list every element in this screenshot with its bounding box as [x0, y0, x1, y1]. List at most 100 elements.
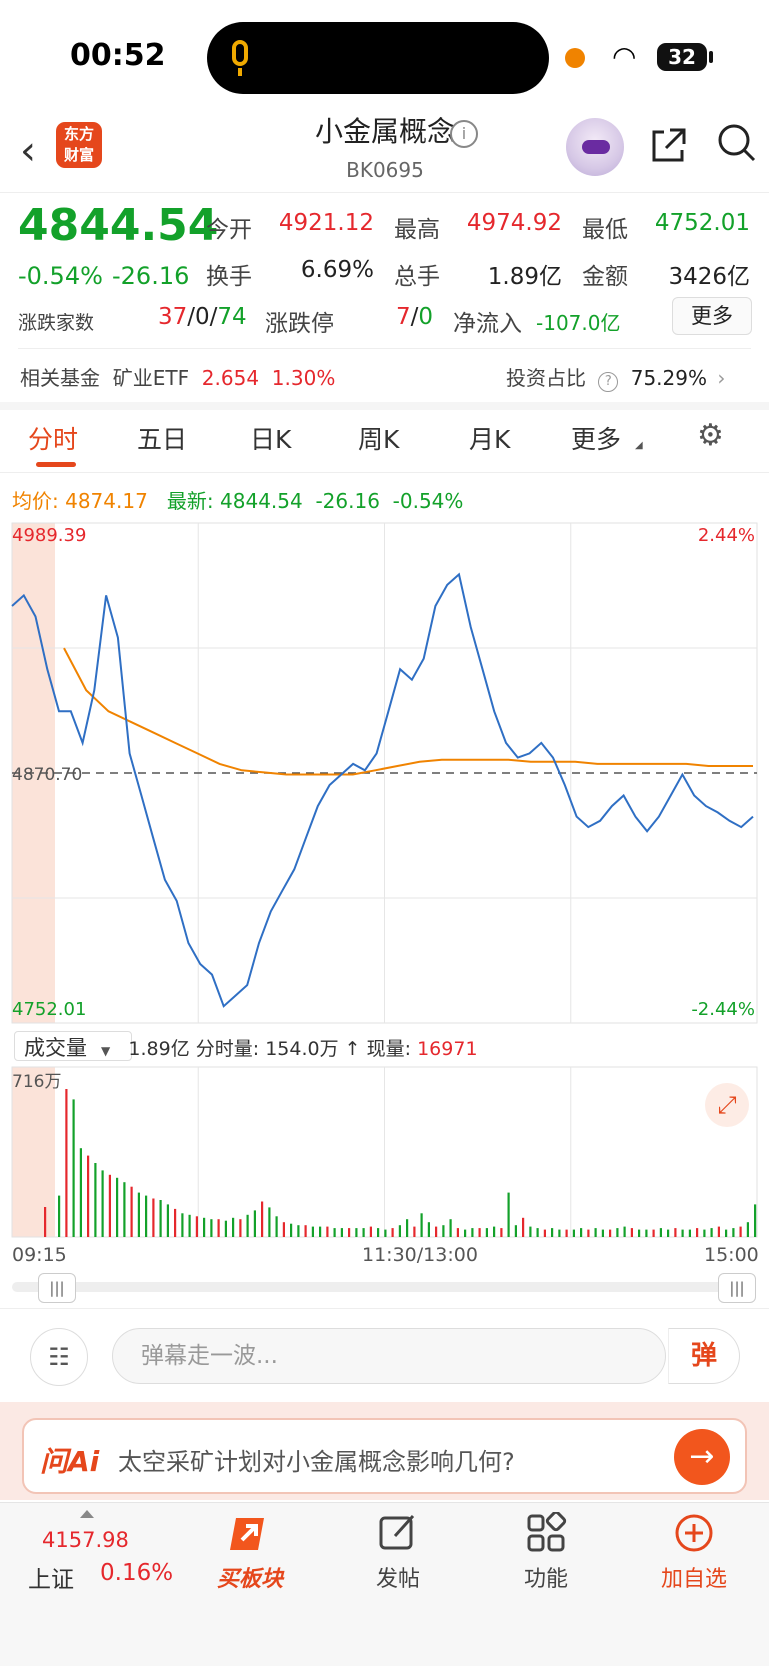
volume-bar	[536, 1228, 539, 1237]
buy-board-icon[interactable]	[210, 1510, 290, 1567]
nav-buy-board[interactable]: 买板块	[200, 1561, 300, 1593]
tab-more[interactable]: 更多	[571, 420, 621, 456]
turnover-label: 换手	[206, 264, 252, 290]
volume-bar	[543, 1229, 546, 1237]
volume-bar	[688, 1229, 691, 1237]
volume-bar	[601, 1229, 604, 1237]
back-icon[interactable]: ‹	[20, 128, 36, 174]
y-min-pct-label: -2.44%	[691, 999, 755, 1020]
volume-chart[interactable]: 716万	[0, 1065, 769, 1240]
tab-daily-k[interactable]: 日K	[250, 420, 291, 456]
nav-add-watchlist[interactable]: 加自选	[644, 1561, 744, 1593]
danmu-input[interactable]: 弹幕走一波...	[112, 1328, 666, 1384]
caret-up-icon[interactable]	[80, 1510, 94, 1518]
limit-value: 7/0	[396, 304, 434, 330]
volume-bar	[362, 1228, 365, 1237]
nav-post[interactable]: 发帖	[348, 1561, 448, 1593]
breadth-label: 涨跌家数	[18, 312, 95, 334]
question-icon[interactable]: ?	[598, 372, 619, 392]
change-percent: -0.54%	[18, 262, 103, 290]
volume-bar	[290, 1223, 293, 1237]
tab-weekly-k[interactable]: 周K	[358, 420, 399, 456]
low-value: 4752.01	[654, 210, 750, 236]
info-icon[interactable]: i	[450, 120, 478, 148]
chevron-right-icon: ›	[717, 366, 726, 390]
microphone-icon	[232, 40, 248, 66]
latest-pct: -0.54%	[392, 489, 464, 513]
volume-bar	[681, 1229, 684, 1237]
index-name[interactable]: 上证	[28, 1560, 74, 1594]
minute-volume-label: 分时量:	[195, 1038, 260, 1060]
volume-bar	[369, 1226, 372, 1237]
time-label-close: 15:00	[704, 1244, 759, 1266]
minute-volume: 154.0万	[265, 1038, 339, 1060]
status-time: 00:52	[70, 38, 166, 73]
gear-icon[interactable]: ⚙	[697, 418, 724, 453]
volume-bar	[319, 1226, 322, 1237]
volume-bar	[152, 1198, 155, 1237]
y-min-label: 4752.01	[12, 999, 86, 1020]
volume-bar	[456, 1228, 459, 1237]
volume-selector-label: 成交量	[24, 1036, 87, 1060]
netflow-label: 净流入	[453, 311, 522, 337]
volume-bar	[65, 1089, 68, 1237]
more-quote-button[interactable]: 更多	[672, 297, 752, 335]
volume-bar	[181, 1213, 184, 1237]
volume-bar	[116, 1177, 119, 1237]
volume-bars	[44, 1089, 757, 1237]
danmu-settings-icon[interactable]: ☷	[30, 1328, 88, 1386]
volume-bar	[174, 1208, 177, 1237]
volume-bar	[224, 1220, 227, 1237]
grid-icon[interactable]	[506, 1510, 586, 1563]
divider	[0, 472, 769, 473]
volume-bar	[210, 1219, 213, 1237]
range-slider-left-handle[interactable]: |||	[38, 1273, 76, 1303]
tab-intraday[interactable]: 分时	[28, 420, 78, 456]
volume-bar	[333, 1228, 336, 1237]
danmu-send-button[interactable]: 弹	[668, 1328, 740, 1384]
current-volume-label: 现量:	[366, 1038, 412, 1060]
volume-bar	[507, 1192, 510, 1237]
index-pct[interactable]: 0.16%	[100, 1560, 173, 1586]
volume-bar	[79, 1148, 82, 1237]
breadth-value: 37/0/74	[158, 304, 247, 330]
tab-five-day[interactable]: 五日	[137, 420, 187, 456]
range-slider-track[interactable]	[12, 1282, 756, 1292]
breadth-down: 74	[217, 304, 247, 330]
index-value[interactable]: 4157.98	[42, 1528, 129, 1552]
tab-monthly-k[interactable]: 月K	[469, 420, 510, 456]
amount-label: 金额	[582, 264, 628, 290]
volume-bar	[500, 1228, 503, 1237]
related-fund-row[interactable]: 相关基金 矿业ETF 2.654 1.30%	[20, 362, 335, 391]
volume-bar	[754, 1204, 757, 1237]
price-line	[11, 572, 754, 1008]
breadth-flat: 0	[195, 304, 210, 330]
volume-bar	[435, 1226, 438, 1237]
volume-bar	[94, 1163, 97, 1237]
volume-bar	[355, 1228, 358, 1237]
investment-ratio-row[interactable]: 投资占比 ? 75.29% ›	[506, 362, 725, 392]
volume-bar	[696, 1228, 699, 1237]
intraday-chart[interactable]: 4989.39 4870.70 4752.01 2.44% -2.44%	[0, 515, 769, 1030]
nav-functions[interactable]: 功能	[496, 1561, 596, 1593]
range-slider-right-handle[interactable]: |||	[718, 1273, 756, 1303]
recording-dot-icon	[565, 48, 585, 68]
ai-question-text[interactable]: 太空采矿计划对小金属概念影响几何?	[118, 1442, 515, 1477]
expand-icon[interactable]: ⤢	[705, 1083, 749, 1127]
volume-bar	[514, 1225, 517, 1237]
arrow-right-icon[interactable]: →	[674, 1429, 730, 1485]
volume-bar	[137, 1192, 140, 1237]
volume-bar	[340, 1228, 343, 1237]
add-circle-icon[interactable]	[654, 1512, 734, 1563]
latest-value: 4844.54	[220, 489, 303, 513]
volume-bar	[377, 1228, 380, 1237]
share-icon[interactable]	[648, 126, 688, 175]
limit-label: 涨跌停	[265, 311, 334, 337]
volume-bar	[471, 1228, 474, 1237]
chart-info-row: 均价: 4874.17 最新: 4844.54 -26.16 -0.54%	[12, 485, 463, 514]
search-icon[interactable]	[716, 122, 758, 174]
volume-bar	[674, 1228, 677, 1237]
section-gap	[0, 402, 769, 410]
compose-icon[interactable]	[358, 1512, 438, 1563]
volume-bar	[44, 1207, 47, 1237]
